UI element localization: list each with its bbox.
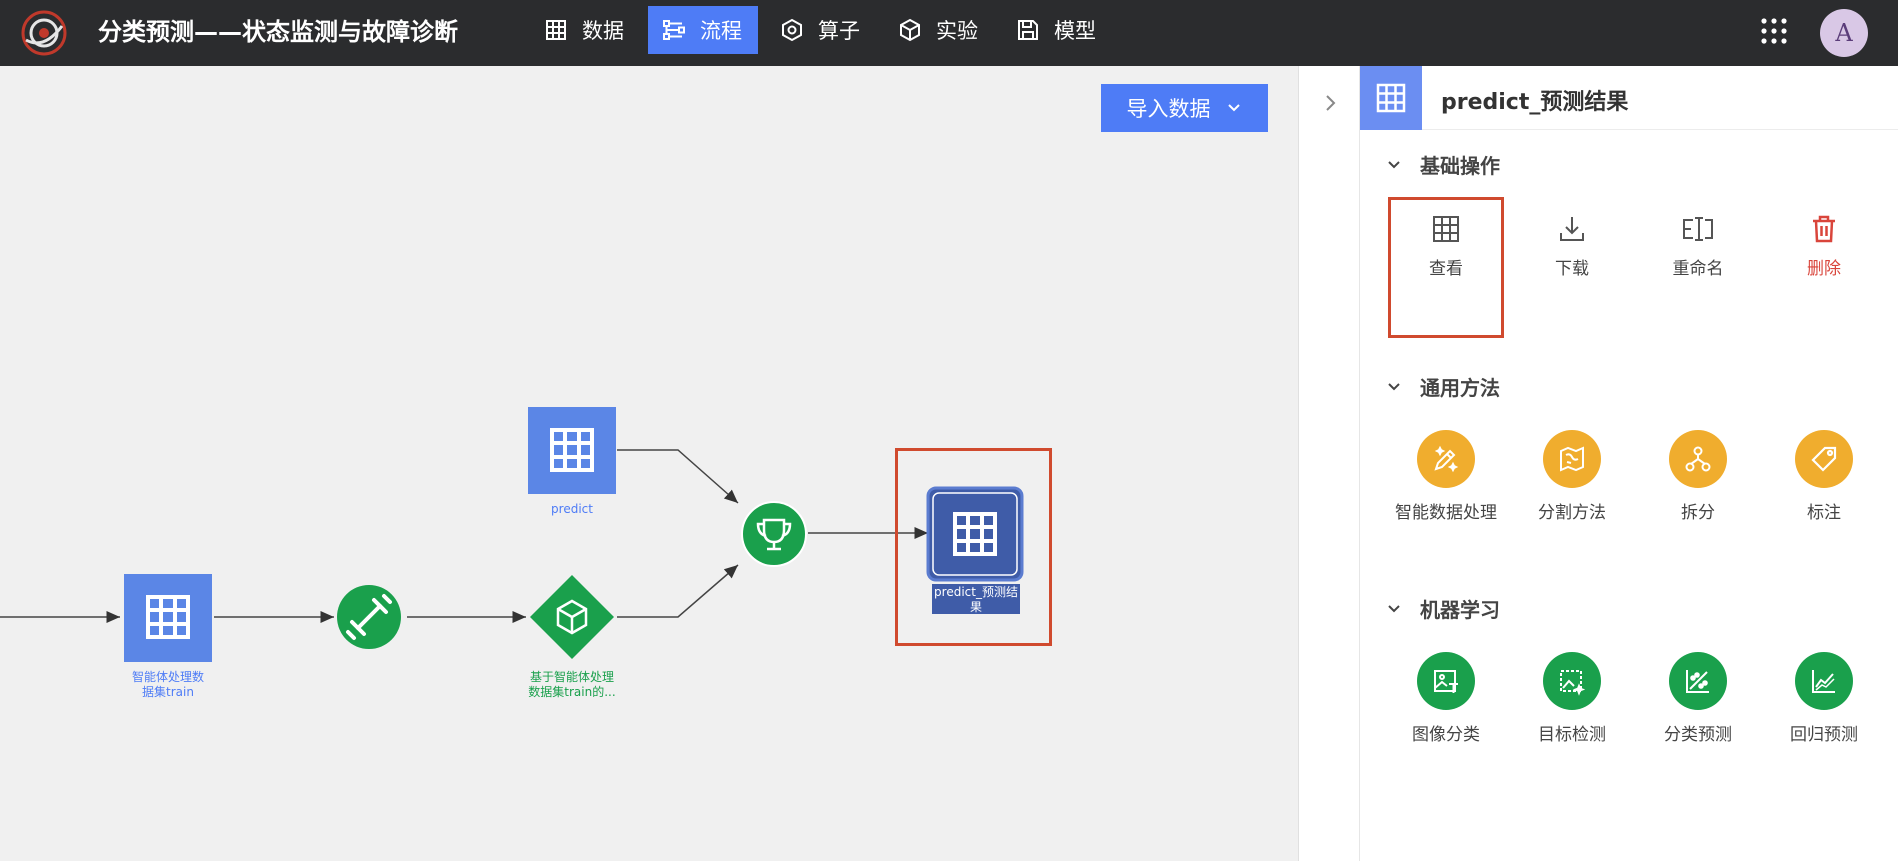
chevron-down-icon (1388, 160, 1400, 168)
section-machine-learning[interactable]: 机器学习 (1386, 594, 1500, 623)
line-regression-icon (1812, 670, 1835, 693)
tag-icon (1811, 446, 1837, 472)
tool-label: 重命名 (1672, 259, 1724, 279)
annotate-button[interactable]: 标注 (1764, 430, 1884, 523)
regression-prediction-button[interactable]: 回归预测 (1764, 652, 1884, 745)
scatter-classify-icon (1686, 670, 1709, 693)
tool-circle (1543, 652, 1601, 710)
tool-label: 目标检测 (1538, 725, 1606, 745)
node-model[interactable] (530, 575, 614, 659)
node-label-model: 基于智能体处理 数据集train的... (528, 670, 616, 699)
rename-icon (1683, 217, 1713, 241)
tool-circle (1543, 430, 1601, 488)
tool-label: 回归预测 (1790, 725, 1858, 745)
delete-button[interactable]: 删除 (1764, 214, 1884, 279)
tool-label: 分割方法 (1538, 503, 1606, 523)
chevron-down-icon (1388, 382, 1400, 390)
download-icon (1560, 217, 1584, 241)
tool-circle (1417, 652, 1475, 710)
tool-label: 拆分 (1681, 503, 1715, 523)
tool-circle (1669, 652, 1727, 710)
node-train[interactable] (337, 585, 401, 649)
node-predict[interactable] (528, 407, 616, 494)
split-button[interactable]: 拆分 (1638, 430, 1758, 523)
section-title-label: 基础操作 (1420, 154, 1500, 178)
chevron-right-icon[interactable] (1319, 92, 1341, 114)
section-title-label: 机器学习 (1420, 598, 1500, 622)
properties-panel: predict_预测结果 基础操作 查看 下载 重命名 删除 通用方法 智能数据… (1360, 66, 1898, 861)
node-train-dataset[interactable] (124, 574, 212, 662)
rename-button[interactable]: 重命名 (1638, 214, 1758, 279)
table-icon (1376, 83, 1406, 113)
node-label-predict: predict (551, 502, 593, 516)
tool-label: 下载 (1555, 259, 1589, 279)
flow-graph (0, 407, 1024, 662)
tool-circle (1795, 430, 1853, 488)
panel-collapse-strip (1298, 66, 1360, 861)
tool-circle (1669, 430, 1727, 488)
section-title-label: 通用方法 (1420, 376, 1500, 400)
panel-header: predict_预测结果 (1360, 66, 1898, 130)
download-button[interactable]: 下载 (1512, 214, 1632, 279)
edge-predict-to-eval (617, 449, 739, 504)
chevron-down-icon (1388, 604, 1400, 612)
section-basic-ops[interactable]: 基础操作 (1386, 150, 1500, 179)
magic-pen-icon (1434, 445, 1459, 473)
classification-prediction-button[interactable]: 分类预测 (1638, 652, 1758, 745)
tree-split-icon (1685, 446, 1711, 472)
node-label-train-dataset: 智能体处理数 据集train (131, 670, 204, 699)
section-general-methods[interactable]: 通用方法 (1386, 372, 1500, 401)
tool-label: 图像分类 (1412, 725, 1480, 745)
tool-circle (1795, 652, 1853, 710)
smart-data-processing-button[interactable]: 智能数据处理 (1386, 430, 1506, 523)
tool-circle (1417, 430, 1475, 488)
avatar[interactable]: A (1820, 9, 1868, 57)
tool-label: 删除 (1807, 259, 1841, 279)
tool-label: 智能数据处理 (1395, 503, 1497, 523)
split-method-button[interactable]: 分割方法 (1512, 430, 1632, 523)
tool-label: 标注 (1807, 503, 1841, 523)
edge-model-to-eval (617, 564, 739, 618)
highlight-box-result-node (895, 448, 1052, 646)
tool-label: 分类预测 (1664, 725, 1732, 745)
panel-header-icon-box (1360, 66, 1422, 130)
object-detect-icon (1560, 670, 1586, 696)
image-classification-button[interactable]: 图像分类 (1386, 652, 1506, 745)
highlight-box-view-button (1388, 197, 1504, 338)
panel-title: predict_预测结果 (1441, 90, 1629, 115)
apps-grid-icon[interactable] (1760, 17, 1788, 45)
object-detection-button[interactable]: 目标检测 (1512, 652, 1632, 745)
map-split-icon (1560, 446, 1584, 472)
image-classify-icon (1434, 670, 1458, 693)
node-evaluate[interactable] (741, 501, 807, 567)
trash-icon (1813, 215, 1835, 243)
